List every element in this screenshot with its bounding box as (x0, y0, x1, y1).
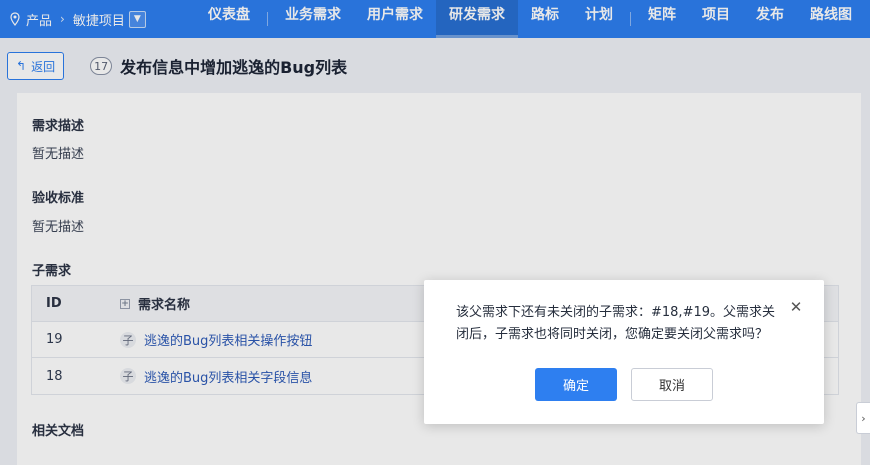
confirm-close-dialog: ✕ 该父需求下还有未关闭的子需求：#18,#19。父需求关闭后，子需求也将同时关… (424, 280, 824, 424)
close-icon[interactable]: ✕ (788, 298, 804, 316)
side-panel-toggle[interactable]: › (856, 402, 870, 434)
dialog-message: 该父需求下还有未关闭的子需求：#18,#19。父需求关闭后，子需求也将同时关闭，… (456, 305, 776, 342)
confirm-button[interactable]: 确定 (535, 368, 617, 401)
cancel-button[interactable]: 取消 (631, 368, 713, 401)
